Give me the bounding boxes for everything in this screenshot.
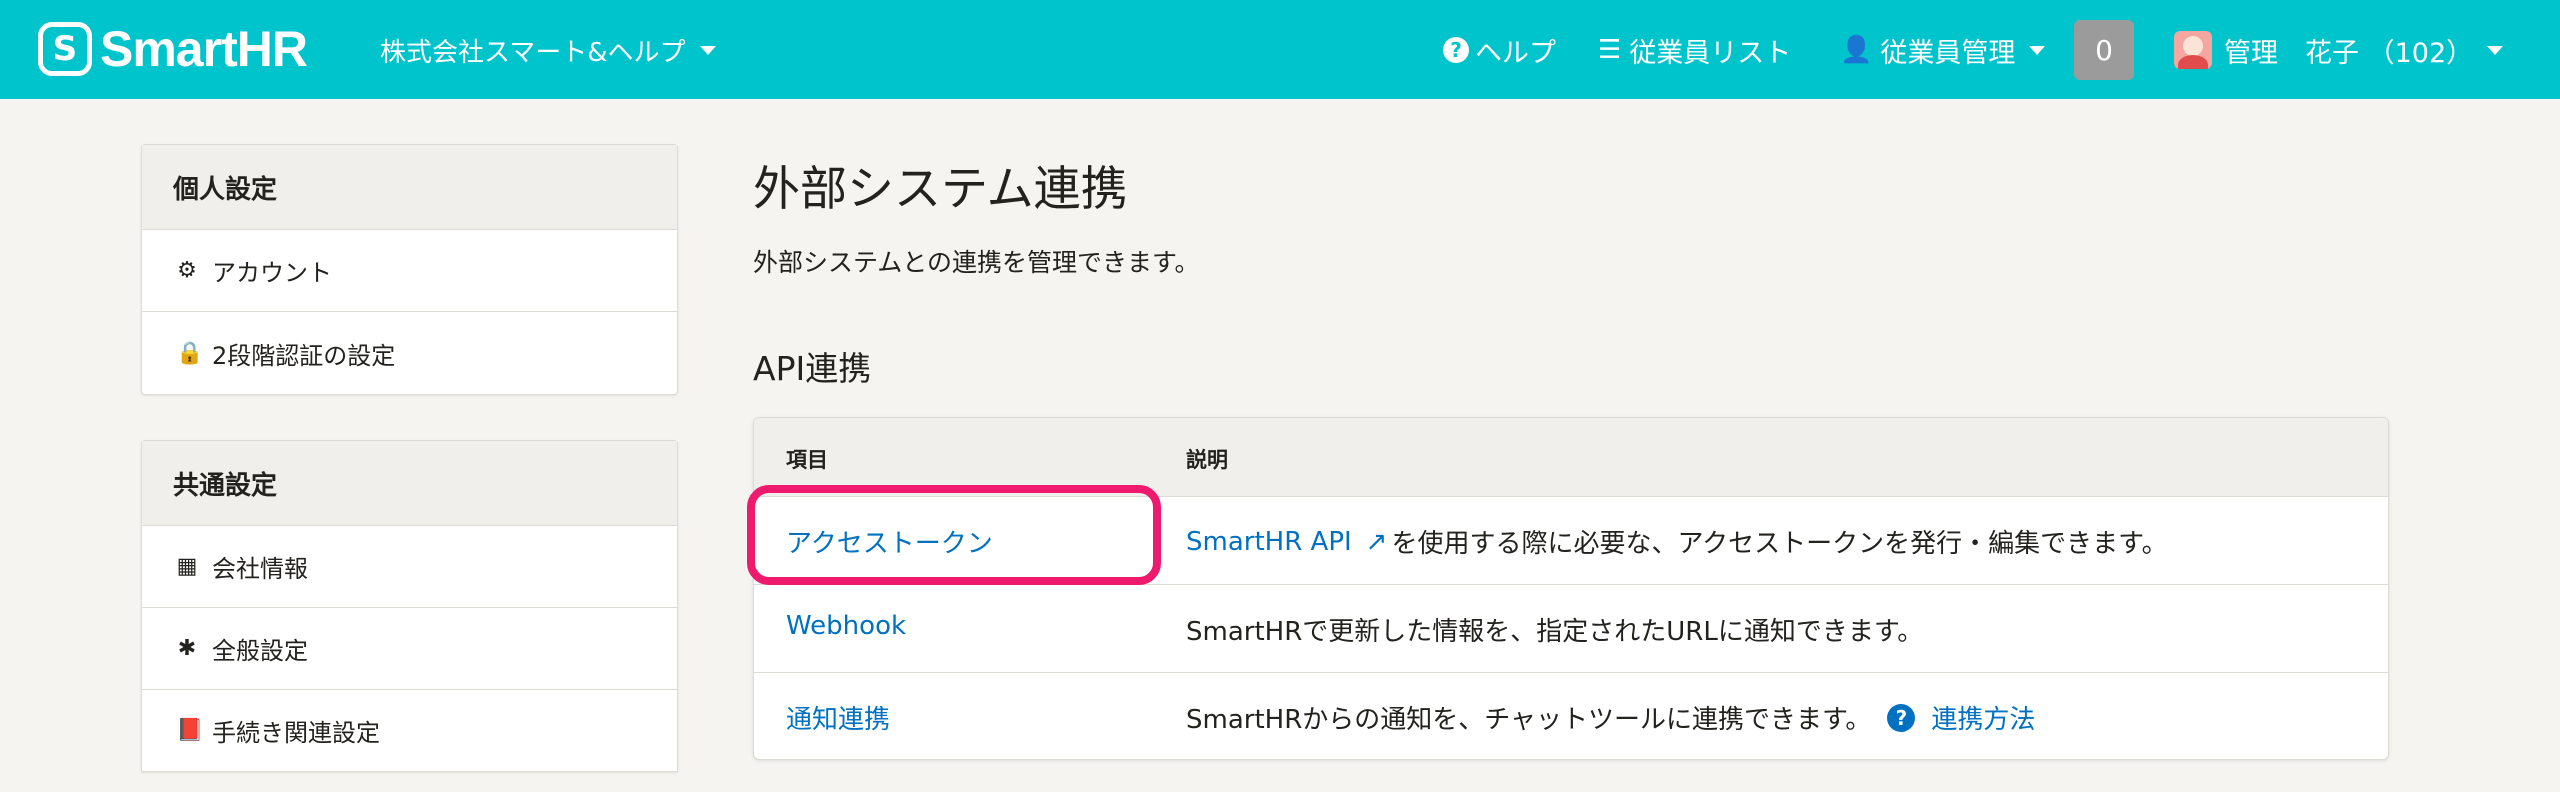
chevron-down-icon: [699, 45, 716, 55]
sidebar-item-two-factor[interactable]: 🔒 2段階認証の設定: [142, 312, 677, 394]
api-integration-table: 項目 説明 アクセストークン SmartHR API ↗ を使用する際に必要な、…: [753, 417, 2389, 760]
asterisk-icon: ✱: [177, 636, 197, 661]
sidebar-item-label: 2段階認証の設定: [212, 341, 396, 370]
gear-icon: ⚙: [177, 258, 197, 283]
top-navigation-bar: S SmartHR 株式会社スマート&ヘルプ ? ヘルプ ☰ 従業員リスト 👤 …: [0, 0, 2560, 99]
avatar: [2174, 31, 2212, 69]
notification-badge[interactable]: 0: [2074, 20, 2134, 80]
lock-icon: 🔒: [176, 340, 204, 366]
section-title: API連携: [753, 349, 872, 388]
sidebar-item-label: 会社情報: [212, 555, 308, 583]
page-description: 外部システムとの連携を管理できます。: [753, 248, 1200, 277]
integration-method-link[interactable]: 連携方法: [1931, 699, 2035, 736]
sidebar-item-account[interactable]: ⚙ アカウント: [142, 230, 677, 312]
common-settings-card: 共通設定 ▦ 会社情報 ✱ 全般設定 📕 手続き関連設定: [141, 440, 678, 772]
external-link-icon: ↗: [1365, 526, 1388, 557]
row-description-text: を使用する際に必要な、アクセストークンを発行・編集できます。: [1391, 529, 2168, 559]
table-row: 通知連携 SmartHRからの通知を、チャットツールに連携できます。 ? 連携方…: [754, 673, 2388, 759]
building-icon: ▦: [176, 554, 198, 579]
question-icon: ?: [1887, 703, 1916, 732]
chevron-down-icon: [2487, 45, 2504, 55]
sidebar-item-label: 全般設定: [212, 637, 308, 665]
sidebar-item-company-info[interactable]: ▦ 会社情報: [142, 526, 677, 608]
user-menu[interactable]: 管理 花子 （102）: [2174, 30, 2504, 70]
smarthr-api-link[interactable]: SmartHR API: [1186, 527, 1352, 557]
help-label: ヘルプ: [1475, 37, 1556, 69]
logo-text: SmartHR: [100, 21, 308, 77]
chevron-down-icon: [2029, 45, 2046, 55]
company-name: 株式会社スマート&ヘルプ: [380, 37, 686, 68]
question-icon: ?: [1443, 37, 1469, 63]
employee-manage-menu[interactable]: 👤 従業員管理: [1840, 30, 2046, 70]
book-icon: 📕: [176, 718, 204, 743]
user-icon: 👤: [1840, 35, 1873, 65]
user-name: 管理 花子 （102）: [2224, 37, 2474, 69]
row-description: SmartHRで更新した情報を、指定されたURLに通知できます。: [1186, 617, 1924, 647]
sidebar-item-label: アカウント: [212, 259, 332, 287]
company-selector[interactable]: 株式会社スマート&ヘルプ: [380, 32, 716, 68]
help-link[interactable]: ? ヘルプ: [1443, 30, 1556, 70]
highlight-annotation: [747, 485, 1161, 585]
notification-integration-link[interactable]: 通知連携: [786, 699, 890, 736]
table-row: Webhook SmartHRで更新した情報を、指定されたURLに通知できます。: [754, 585, 2388, 673]
personal-settings-title: 個人設定: [142, 145, 677, 230]
row-description-text: SmartHRからの通知を、チャットツールに連携できます。: [1186, 705, 1872, 735]
smarthr-logo[interactable]: S SmartHR: [38, 21, 308, 77]
employee-list-label: 従業員リスト: [1629, 37, 1792, 69]
page-title: 外部システム連携: [753, 162, 1128, 217]
row-description: SmartHR API ↗ を使用する際に必要な、アクセストークンを発行・編集で…: [1186, 523, 2168, 560]
common-settings-title: 共通設定: [142, 441, 677, 526]
sidebar-item-general-settings[interactable]: ✱ 全般設定: [142, 608, 677, 690]
column-header-description: 説明: [1186, 448, 1228, 472]
column-header-item: 項目: [786, 448, 828, 472]
row-description: SmartHRからの通知を、チャットツールに連携できます。 ? 連携方法: [1186, 699, 2035, 736]
sidebar-item-label: 手続き関連設定: [212, 719, 380, 747]
employee-list-link[interactable]: ☰ 従業員リスト: [1598, 30, 1791, 70]
list-icon: ☰: [1598, 35, 1622, 65]
employee-manage-label: 従業員管理: [1880, 37, 2016, 69]
personal-settings-card: 個人設定 ⚙ アカウント 🔒 2段階認証の設定: [141, 144, 678, 395]
sidebar-item-procedure-settings[interactable]: 📕 手続き関連設定: [142, 690, 677, 772]
webhook-link[interactable]: Webhook: [786, 611, 906, 641]
smarthr-logo-icon: S: [38, 22, 92, 76]
